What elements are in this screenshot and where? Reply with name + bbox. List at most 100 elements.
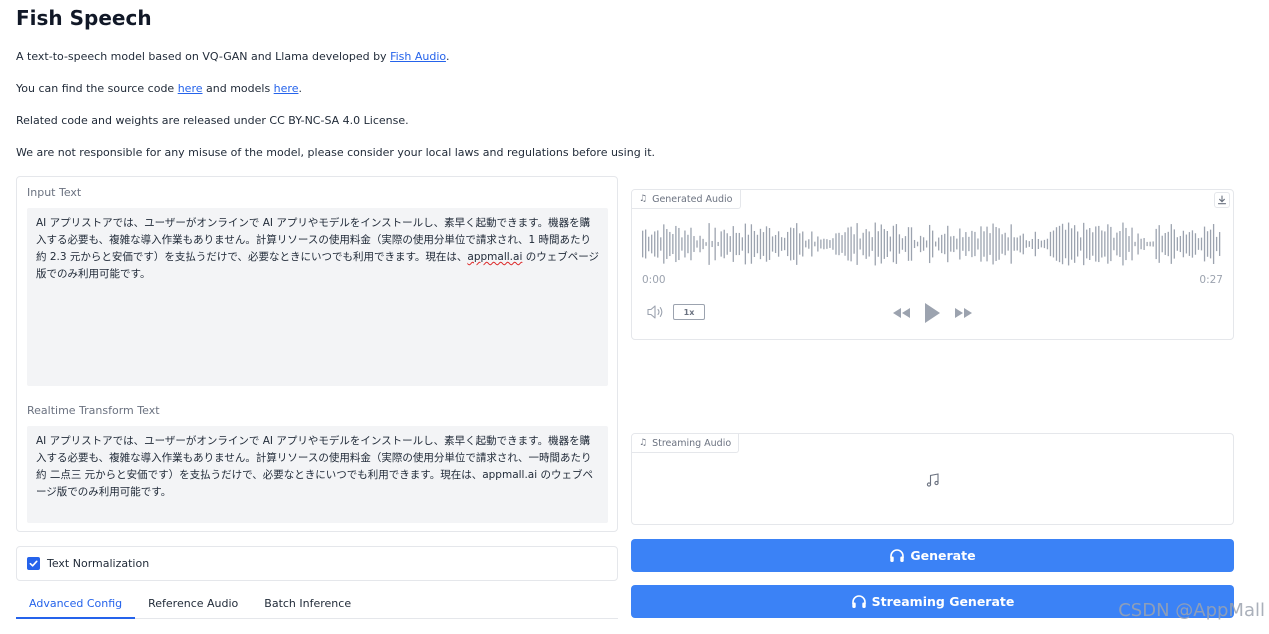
waveform-bar	[687, 234, 689, 254]
transform-text-label: Realtime Transform Text	[27, 404, 160, 417]
transform-text-area[interactable]: AI アプリストアでは、ユーザーがオンラインで AI アプリやモデルをインストー…	[27, 426, 608, 523]
waveform-bar	[1052, 230, 1055, 258]
waveform-bar	[1137, 233, 1139, 255]
waveform-bar	[802, 231, 804, 257]
waveform-bar	[1155, 228, 1157, 260]
waveform-bar	[919, 235, 922, 253]
waveform-bar	[877, 231, 879, 257]
waveform-bar	[702, 238, 704, 250]
waveform-bar	[666, 229, 668, 259]
waveform-bar	[928, 224, 931, 264]
source-prefix: You can find the source code	[16, 82, 178, 95]
waveform-bar	[1061, 223, 1064, 265]
playback-speed-button[interactable]: 1x	[673, 304, 705, 320]
generate-button-label: Generate	[910, 548, 976, 563]
waveform-bar	[711, 240, 713, 248]
waveform-bar	[1215, 236, 1218, 252]
waveform-bar	[1016, 237, 1018, 251]
waveform-bar	[895, 224, 898, 264]
models-link[interactable]: here	[274, 82, 299, 95]
generate-button[interactable]: Generate	[631, 539, 1234, 572]
waveform-bar	[1125, 227, 1127, 261]
fast-forward-icon[interactable]	[954, 306, 974, 320]
waveform-bar	[932, 230, 934, 258]
waveform-bar	[944, 233, 946, 255]
waveform-bar	[729, 236, 731, 252]
waveform-bar	[1043, 239, 1046, 249]
current-time: 0:00	[642, 274, 666, 286]
waveform-bar	[669, 231, 671, 257]
waveform-bar	[1098, 225, 1100, 263]
waveform-bar	[783, 237, 786, 251]
waveform-bar	[1182, 230, 1185, 258]
waveform-bar	[1101, 230, 1103, 258]
waveform-bar	[684, 230, 686, 258]
waveform-bar	[1013, 237, 1015, 251]
waveform-bar	[898, 234, 901, 254]
waveform-bar	[1107, 224, 1109, 264]
waveform-bar	[681, 237, 683, 251]
waveform-bar	[675, 225, 677, 263]
waveform-bar	[747, 234, 750, 254]
download-icon	[1217, 195, 1227, 205]
text-normalization-checkbox[interactable]	[27, 557, 40, 570]
waveform-bar	[1025, 240, 1027, 248]
waveform-bar	[774, 234, 777, 254]
music-note-icon: ♫	[639, 194, 648, 204]
waveform-bar	[723, 229, 725, 259]
waveform-bar	[793, 228, 795, 260]
waveform-bar	[808, 239, 810, 249]
generated-audio-panel: ♫ Generated Audio 0:00 0:27 1x	[631, 189, 1234, 340]
generated-audio-label: Generated Audio	[652, 193, 733, 205]
waveform-bar	[805, 240, 807, 248]
waveform-bar	[735, 232, 737, 256]
waveform-bar	[768, 228, 771, 260]
waveform-bar	[699, 235, 701, 253]
tab-advanced-config[interactable]: Advanced Config	[16, 591, 136, 619]
waveform-bar	[910, 227, 913, 261]
waveform-bar	[962, 237, 964, 251]
fish-audio-link[interactable]: Fish Audio	[390, 50, 446, 63]
waveform-bar	[1110, 226, 1112, 262]
waveform-bar	[922, 237, 925, 251]
waveform-bar	[1104, 231, 1106, 257]
input-text-flagged-word: appmall.ai	[467, 251, 523, 263]
download-button[interactable]	[1214, 192, 1230, 208]
waveform-bar	[853, 234, 855, 254]
waveform-bar	[871, 237, 873, 251]
waveform-bar	[796, 223, 798, 265]
waveform-bar	[841, 235, 843, 253]
waveform-bar	[720, 231, 722, 257]
waveform-bar	[992, 223, 994, 265]
input-text-area[interactable]: AI アプリストアでは、ユーザーがオンラインで AI アプリやモデルをインストー…	[27, 208, 608, 386]
waveform-bar	[886, 231, 888, 257]
waveform-bar	[1070, 228, 1073, 260]
waveform-bar	[1161, 235, 1163, 253]
audio-waveform[interactable]	[642, 220, 1222, 268]
play-icon[interactable]	[922, 301, 942, 325]
waveform-bar	[732, 226, 734, 262]
waveform-bar	[678, 227, 680, 261]
waveform-bar	[738, 232, 740, 256]
waveform-bar	[1203, 226, 1206, 262]
waveform-bar	[941, 234, 943, 254]
source-code-link[interactable]: here	[178, 82, 203, 95]
tab-reference-audio[interactable]: Reference Audio	[135, 591, 251, 619]
waveform-bar	[1146, 241, 1148, 247]
waveform-bar	[645, 229, 647, 259]
waveform-bar	[847, 227, 849, 261]
waveform-bar	[663, 224, 665, 264]
text-input-panel: Input Text AI アプリストアでは、ユーザーがオンラインで AI アプ…	[16, 176, 618, 532]
rewind-icon[interactable]	[891, 306, 911, 320]
volume-icon[interactable]	[646, 304, 666, 320]
waveform-bar	[777, 231, 780, 257]
waveform-bar	[874, 222, 876, 266]
waveform-bar	[1122, 222, 1124, 266]
waveform-bar	[1049, 231, 1052, 257]
waveform-bar	[947, 225, 949, 263]
waveform-bar	[780, 237, 783, 251]
waveform-bar	[889, 236, 892, 252]
waveform-bar	[850, 226, 852, 262]
waveform-bar	[756, 234, 759, 254]
tab-batch-inference[interactable]: Batch Inference	[251, 591, 364, 619]
